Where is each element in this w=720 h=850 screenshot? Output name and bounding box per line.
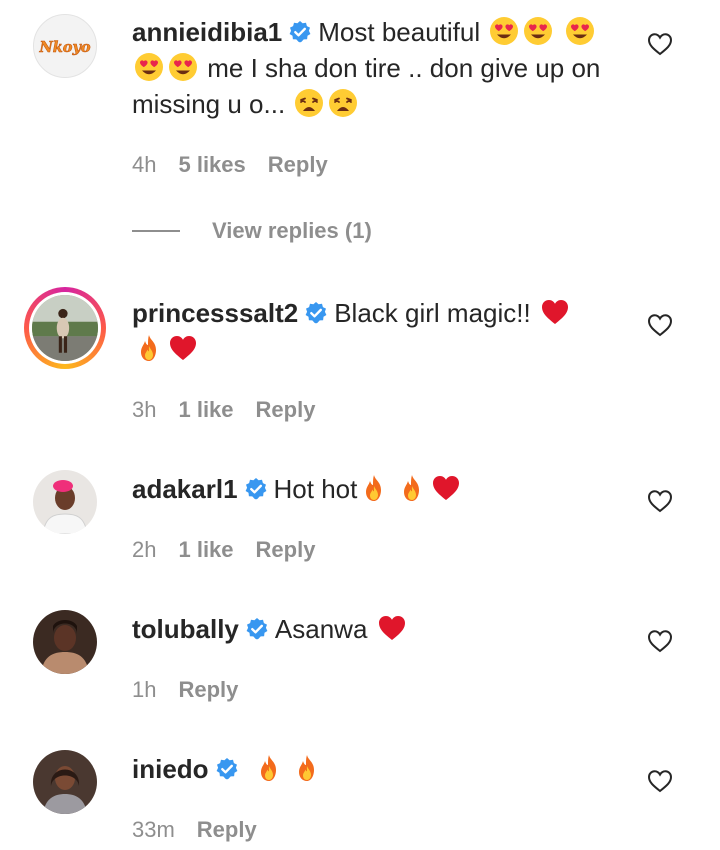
verified-badge-icon [245, 617, 269, 641]
like-heart-icon[interactable] [647, 313, 673, 337]
likes-count[interactable]: 1 like [178, 397, 233, 422]
heart-eyes-emoji [489, 16, 519, 46]
reply-button[interactable]: Reply [197, 817, 257, 842]
view-replies-button[interactable]: View replies (1) [132, 218, 372, 244]
username[interactable]: adakarl1 [132, 474, 238, 504]
likes-count[interactable]: 1 like [178, 537, 233, 562]
red-heart-emoji [431, 473, 461, 503]
verified-badge-icon [288, 20, 312, 44]
avatar-photo [33, 610, 97, 674]
comment-time: 3h [132, 397, 157, 422]
fire-emoji [397, 473, 427, 503]
divider-line [132, 230, 180, 232]
comment-text: Asanwa [274, 614, 368, 644]
avatar-logo-image: Nkoyo [34, 15, 96, 77]
red-heart-emoji [168, 333, 198, 363]
comment-text: Most beautiful [318, 17, 481, 47]
comment-time: 4h [132, 152, 157, 177]
comment-time: 1h [132, 677, 157, 702]
view-replies-label: View replies (1) [212, 218, 372, 243]
likes-count[interactable]: 5 likes [178, 152, 245, 177]
avatar[interactable] [33, 470, 97, 534]
reply-button[interactable]: Reply [178, 677, 238, 702]
fire-emoji [292, 753, 322, 783]
avatar[interactable] [33, 750, 97, 814]
fire-emoji [134, 333, 164, 363]
fire-emoji [359, 473, 389, 503]
username[interactable]: iniedo [132, 754, 209, 784]
verified-badge-icon [304, 301, 328, 325]
reply-button[interactable]: Reply [256, 537, 316, 562]
red-heart-emoji [377, 613, 407, 643]
verified-badge-icon [244, 477, 268, 501]
red-heart-emoji [540, 297, 570, 327]
fire-emoji [254, 753, 284, 783]
comment-time: 2h [132, 537, 157, 562]
reply-button[interactable]: Reply [268, 152, 328, 177]
heart-eyes-emoji [168, 52, 198, 82]
weary-face-emoji [328, 88, 358, 118]
username[interactable]: tolubally [132, 614, 239, 644]
heart-eyes-emoji [523, 16, 553, 46]
username[interactable]: annieidibia1 [132, 17, 282, 47]
heart-eyes-emoji [565, 16, 595, 46]
svg-text:Nkoyo: Nkoyo [38, 39, 90, 56]
comment-time: 33m [132, 817, 175, 842]
like-heart-icon[interactable] [647, 489, 673, 513]
reply-button[interactable]: Reply [256, 397, 316, 422]
like-heart-icon[interactable] [647, 629, 673, 653]
avatar-photo [33, 470, 97, 534]
comment-text: Black girl magic!! [334, 298, 531, 328]
comment-text-continued: me I sha don tire .. don give up on miss… [132, 53, 601, 119]
like-heart-icon[interactable] [647, 769, 673, 793]
avatar-story-ring[interactable] [24, 287, 106, 369]
verified-badge-icon [215, 757, 239, 781]
comment-text: Hot hot [273, 474, 358, 504]
avatar[interactable] [33, 610, 97, 674]
username[interactable]: princesssalt2 [132, 298, 298, 328]
heart-eyes-emoji [134, 52, 164, 82]
avatar-photo [33, 750, 97, 814]
avatar[interactable]: Nkoyo [33, 14, 97, 78]
weary-face-emoji [294, 88, 324, 118]
like-heart-icon[interactable] [647, 32, 673, 56]
avatar-photo [32, 295, 98, 361]
